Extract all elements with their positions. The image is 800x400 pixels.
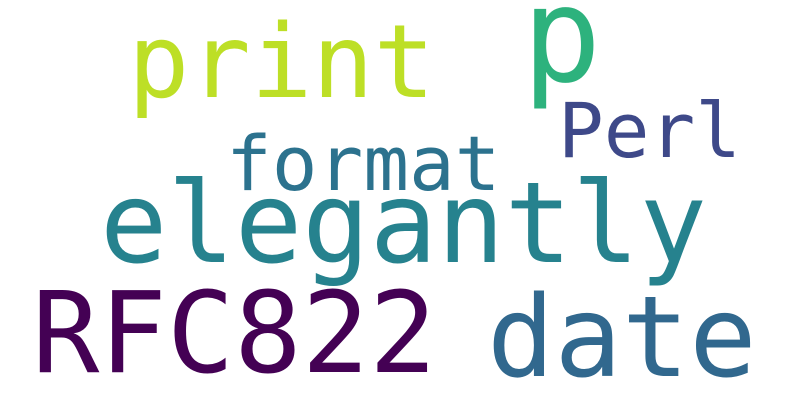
word-rfc822: RFC822 (32, 269, 437, 399)
word-format: format (226, 119, 501, 208)
word-cloud: RFC822 date elegantly print p format Per… (0, 0, 800, 400)
word-perl: Perl (558, 86, 742, 175)
word-print: print (128, 3, 436, 122)
word-date: date (487, 273, 757, 400)
